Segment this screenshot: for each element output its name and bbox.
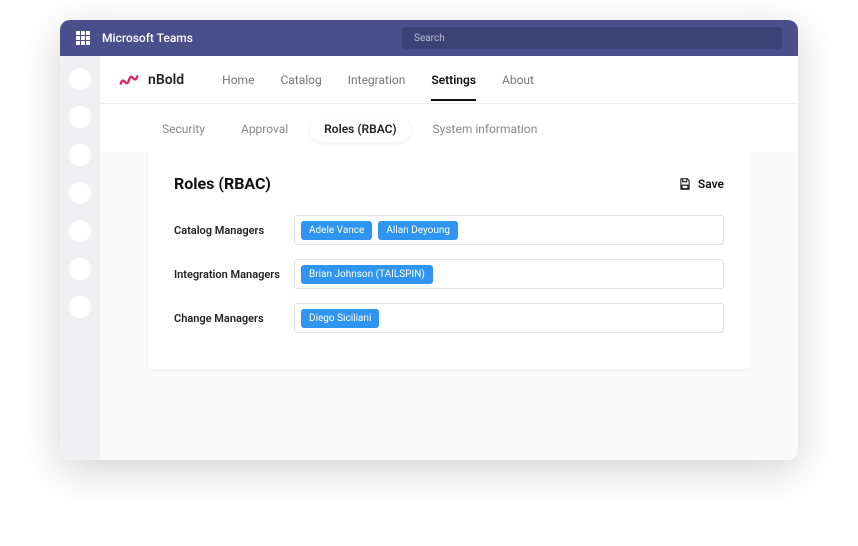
rail-item[interactable] <box>69 258 91 280</box>
rail-item[interactable] <box>69 296 91 318</box>
subtab-approval[interactable]: Approval <box>227 116 302 142</box>
role-row: Change Managers Diego Siciliani <box>174 303 724 333</box>
app-nav: Home Catalog Integration Settings About <box>222 59 534 101</box>
rail-item[interactable] <box>69 182 91 204</box>
role-row: Catalog Managers Adele Vance Allan Deyoung <box>174 215 724 245</box>
sub-tabs: Security Approval Roles (RBAC) System infor… <box>100 104 798 152</box>
role-label: Integration Managers <box>174 268 294 281</box>
body: nBold Home Catalog Integration Settings Abou… <box>60 56 798 460</box>
appnav-item-integration[interactable]: Integration <box>348 59 406 101</box>
role-people-input[interactable]: Diego Siciliani <box>294 303 724 333</box>
person-chip[interactable]: Diego Siciliani <box>301 309 379 328</box>
card-header: Roles (RBAC) Save <box>174 174 724 193</box>
brand-logo-icon <box>116 67 142 93</box>
role-people-input[interactable]: Adele Vance Allan Deyoung <box>294 215 724 245</box>
appnav-item-settings[interactable]: Settings <box>431 59 476 101</box>
rbac-card: Roles (RBAC) Save Catalog ManagersAdele … <box>148 152 750 369</box>
content-area: Roles (RBAC) Save Catalog ManagersAdele … <box>100 152 798 460</box>
titlebar-title: Microsoft Teams <box>102 31 193 45</box>
save-button[interactable]: Save <box>678 177 724 191</box>
save-icon <box>678 177 692 191</box>
save-label: Save <box>698 177 724 191</box>
rail-item[interactable] <box>69 68 91 90</box>
card-title: Roles (RBAC) <box>174 174 271 193</box>
rail-item[interactable] <box>69 220 91 242</box>
search-input[interactable]: Search <box>402 27 782 49</box>
teams-window: Microsoft Teams Search nBold Home Catalog… <box>60 20 798 460</box>
role-row: Integration Managers Brian Johnson (TAILS… <box>174 259 724 289</box>
role-rows: Catalog Managers Adele Vance Allan Deyoung… <box>174 215 724 333</box>
brand-name: nBold <box>148 72 184 88</box>
rail-item[interactable] <box>69 106 91 128</box>
role-label: Catalog Managers <box>174 224 294 237</box>
role-label: Change Managers <box>174 312 294 325</box>
person-chip[interactable]: Allan Deyoung <box>378 221 458 240</box>
brand: nBold <box>116 67 184 93</box>
appnav-item-about[interactable]: About <box>502 59 534 101</box>
role-people-input[interactable]: Brian Johnson (TAILSPIN) <box>294 259 724 289</box>
rail-item[interactable] <box>69 144 91 166</box>
titlebar: Microsoft Teams Search <box>60 20 798 56</box>
subtab-roles-rbac-[interactable]: Roles (RBAC) <box>310 116 410 142</box>
left-rail <box>60 56 100 460</box>
person-chip[interactable]: Brian Johnson (TAILSPIN) <box>301 265 433 284</box>
appnav-item-home[interactable]: Home <box>222 59 254 101</box>
appnav-item-catalog[interactable]: Catalog <box>280 59 321 101</box>
person-chip[interactable]: Adele Vance <box>301 221 372 240</box>
main-area: nBold Home Catalog Integration Settings Abou… <box>100 56 798 460</box>
app-bar: nBold Home Catalog Integration Settings Abou… <box>100 56 798 104</box>
app-launcher-icon[interactable] <box>76 31 90 45</box>
subtab-system-information[interactable]: System information <box>419 116 552 142</box>
search-placeholder: Search <box>414 33 445 44</box>
subtab-security[interactable]: Security <box>148 116 219 142</box>
